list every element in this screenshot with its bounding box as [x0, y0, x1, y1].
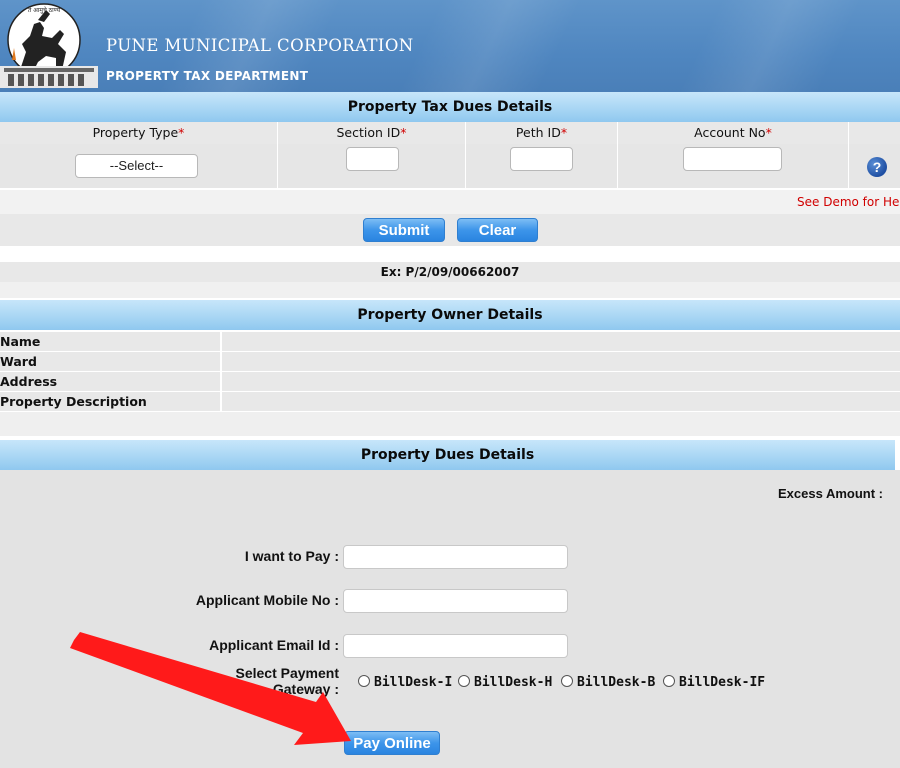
required-mark: *	[765, 125, 772, 140]
pay-online-button[interactable]: Pay Online	[344, 731, 440, 755]
org-name: PUNE MUNICIPAL CORPORATION	[106, 36, 414, 55]
owner-ward-label: Ward	[0, 352, 222, 371]
property-type-header: Property Type*	[0, 122, 278, 144]
department-name: PROPERTY TAX DEPARTMENT	[106, 69, 309, 83]
see-demo-link[interactable]: See Demo for Help	[797, 190, 900, 214]
email-label: Applicant Email Id :	[209, 637, 339, 653]
account-no-header: Account No*	[618, 122, 849, 144]
submit-button[interactable]: Submit	[363, 218, 445, 242]
property-type-label: Property Type	[92, 125, 179, 140]
example-text: Ex: P/2/09/00662007	[0, 262, 900, 282]
header-streak	[678, 0, 862, 92]
gateway-radio-billdesk-h[interactable]	[458, 675, 470, 687]
peth-id-label: Peth ID	[515, 125, 561, 140]
tax-dues-title: Property Tax Dues Details	[0, 92, 900, 122]
peth-id-header: Peth ID*	[466, 122, 618, 144]
gateway-radio-billdesk-i[interactable]	[358, 675, 370, 687]
section-id-label: Section ID	[336, 125, 401, 140]
gateway-label-billdesk-i: BillDesk-I	[374, 675, 453, 690]
mobile-label: Applicant Mobile No :	[195, 592, 339, 608]
dues-details-title: Property Dues Details	[0, 440, 895, 470]
required-mark: *	[400, 125, 407, 140]
email-input[interactable]	[343, 634, 568, 658]
gateway-label-billdesk-b: BillDesk-B	[577, 675, 656, 690]
owner-description-label: Property Description	[0, 392, 222, 411]
dues-panel	[0, 470, 900, 768]
spacer-row	[0, 412, 900, 436]
gateway-label-billdesk-if: BillDesk-IF	[679, 675, 766, 690]
section-id-input[interactable]	[346, 147, 399, 171]
excess-amount-label: Excess Amount :	[778, 486, 883, 501]
button-row	[0, 214, 900, 246]
search-header-row: Property Type* Section ID* Peth ID* Acco…	[0, 122, 900, 144]
owner-row-ward: Ward	[0, 352, 900, 371]
header-streak	[398, 0, 582, 92]
gateway-label-line1: Select Payment	[235, 665, 340, 681]
pmc-logo-icon: ते आमुचे ठाण्ये	[0, 3, 98, 88]
account-no-label: Account No	[694, 125, 766, 140]
owner-details-title: Property Owner Details	[0, 300, 900, 330]
spacer-row	[0, 282, 900, 298]
demo-row: See Demo for Help	[0, 190, 900, 214]
gateway-radio-billdesk-b[interactable]	[561, 675, 573, 687]
peth-id-input[interactable]	[510, 147, 573, 171]
owner-address-label: Address	[0, 372, 222, 391]
gateway-label: Select Payment Gateway :	[200, 665, 340, 697]
required-mark: *	[560, 125, 568, 140]
pay-amount-label: I want to Pay :	[244, 548, 339, 564]
owner-row-address: Address	[0, 372, 900, 391]
question-mark-icon[interactable]: ?	[867, 157, 887, 177]
clear-button[interactable]: Clear	[457, 218, 538, 242]
owner-row-description: Property Description	[0, 392, 900, 411]
mobile-input[interactable]	[343, 589, 568, 613]
gateway-label-line2: Gateway :	[272, 681, 339, 697]
gateway-radio-billdesk-if[interactable]	[663, 675, 675, 687]
property-type-select[interactable]: --Select--	[75, 154, 198, 178]
owner-name-label: Name	[0, 332, 222, 351]
spacer-row	[0, 246, 900, 262]
page-header: ते आमुचे ठाण्ये PUNE MUNICIPAL CORPORATI…	[0, 0, 900, 92]
account-no-input[interactable]	[683, 147, 782, 171]
pay-amount-input[interactable]	[343, 545, 568, 569]
section-id-header: Section ID*	[278, 122, 466, 144]
owner-row-name: Name	[0, 332, 900, 351]
required-mark: *	[178, 125, 185, 140]
gateway-label-billdesk-h: BillDesk-H	[474, 675, 553, 690]
